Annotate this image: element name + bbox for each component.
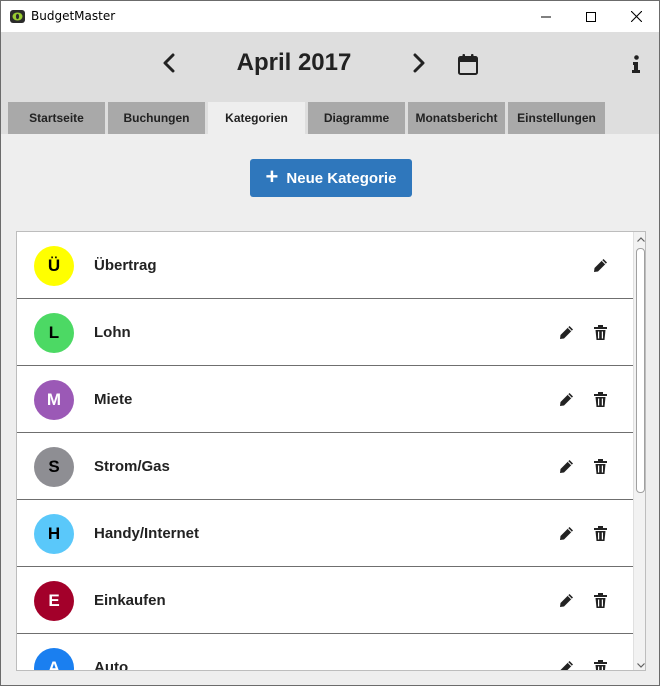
next-month-button[interactable] <box>406 50 432 76</box>
category-avatar: M <box>34 380 74 420</box>
vertical-scrollbar[interactable] <box>633 232 645 670</box>
previous-month-button[interactable] <box>156 50 182 76</box>
edit-category-button[interactable] <box>591 256 609 274</box>
trash-icon <box>593 458 607 474</box>
info-icon <box>632 55 640 73</box>
tab-einstellungen[interactable]: Einstellungen <box>508 102 605 134</box>
category-row: E Einkaufen <box>17 567 633 634</box>
delete-category-button[interactable] <box>592 658 608 670</box>
caret-down-icon <box>637 662 645 668</box>
pencil-icon <box>559 392 573 406</box>
trash-icon <box>593 525 607 541</box>
category-avatar: E <box>34 581 74 621</box>
edit-category-button[interactable] <box>557 658 575 670</box>
category-avatar: S <box>34 447 74 487</box>
scroll-up-button[interactable] <box>634 232 645 246</box>
tab-bar: Startseite Buchungen Kategorien Diagramm… <box>1 102 659 134</box>
delete-category-button[interactable] <box>592 591 608 609</box>
delete-category-button[interactable] <box>592 390 608 408</box>
category-row: L Lohn <box>17 299 633 366</box>
pencil-icon <box>559 593 573 607</box>
tab-diagramme[interactable]: Diagramme <box>308 102 405 134</box>
month-header: April 2017 <box>1 32 659 102</box>
category-name: Handy/Internet <box>94 525 200 542</box>
minimize-icon <box>541 16 551 17</box>
category-name: Auto <box>94 659 129 671</box>
category-avatar: A <box>34 648 74 670</box>
pencil-icon <box>559 660 573 670</box>
trash-icon <box>593 592 607 608</box>
tab-kategorien[interactable]: Kategorien <box>208 102 305 134</box>
category-avatar: Ü <box>34 246 74 286</box>
categories-panel: + Neue Kategorie Ü Übertrag L Lohn M Mie… <box>1 134 659 685</box>
new-category-button[interactable]: + Neue Kategorie <box>250 159 412 197</box>
app-window: BudgetMaster April 2017 Startseite Buchu… <box>0 0 660 686</box>
delete-category-button[interactable] <box>592 524 608 542</box>
category-name: Einkaufen <box>94 592 166 609</box>
trash-icon <box>593 324 607 340</box>
scroll-down-button[interactable] <box>634 658 645 670</box>
minimize-button[interactable] <box>523 1 569 32</box>
category-row: Ü Übertrag <box>17 232 633 299</box>
caret-up-icon <box>637 236 645 242</box>
window-title: BudgetMaster <box>31 9 116 23</box>
pencil-icon <box>593 258 607 272</box>
chevron-right-icon <box>413 53 425 73</box>
edit-category-button[interactable] <box>557 524 575 542</box>
title-bar: BudgetMaster <box>1 1 659 32</box>
delete-category-button[interactable] <box>592 323 608 341</box>
category-name: Miete <box>94 391 133 408</box>
category-avatar: H <box>34 514 74 554</box>
edit-category-button[interactable] <box>557 390 575 408</box>
plus-icon: + <box>265 164 279 189</box>
calendar-icon <box>458 53 478 75</box>
maximize-icon <box>586 11 596 22</box>
trash-icon <box>593 391 607 407</box>
pencil-icon <box>559 325 573 339</box>
close-button[interactable] <box>613 1 659 32</box>
category-name: Übertrag <box>94 257 157 274</box>
category-row: A Auto <box>17 634 633 671</box>
chevron-left-icon <box>163 53 175 73</box>
scrollbar-thumb[interactable] <box>636 248 645 493</box>
current-month-title: April 2017 <box>236 49 352 76</box>
pencil-icon <box>559 526 573 540</box>
category-row: H Handy/Internet <box>17 500 633 567</box>
tab-buchungen[interactable]: Buchungen <box>108 102 205 134</box>
category-name: Strom/Gas <box>94 458 170 475</box>
new-category-label: Neue Kategorie <box>286 169 397 187</box>
category-avatar: L <box>34 313 74 353</box>
edit-category-button[interactable] <box>557 591 575 609</box>
edit-category-button[interactable] <box>557 323 575 341</box>
tab-startseite[interactable]: Startseite <box>8 102 105 134</box>
info-button[interactable] <box>628 52 644 76</box>
category-list: Ü Übertrag L Lohn M Miete S Strom/Gas H … <box>16 231 646 671</box>
maximize-button[interactable] <box>568 1 614 32</box>
pencil-icon <box>559 459 573 473</box>
category-row: M Miete <box>17 366 633 433</box>
delete-category-button[interactable] <box>592 457 608 475</box>
edit-category-button[interactable] <box>557 457 575 475</box>
budgetmaster-logo-icon <box>10 10 25 23</box>
close-icon <box>630 11 642 22</box>
category-name: Lohn <box>94 324 131 341</box>
calendar-button[interactable] <box>456 51 480 77</box>
tab-monatsbericht[interactable]: Monatsbericht <box>408 102 505 134</box>
trash-icon <box>593 659 607 670</box>
category-row: S Strom/Gas <box>17 433 633 500</box>
